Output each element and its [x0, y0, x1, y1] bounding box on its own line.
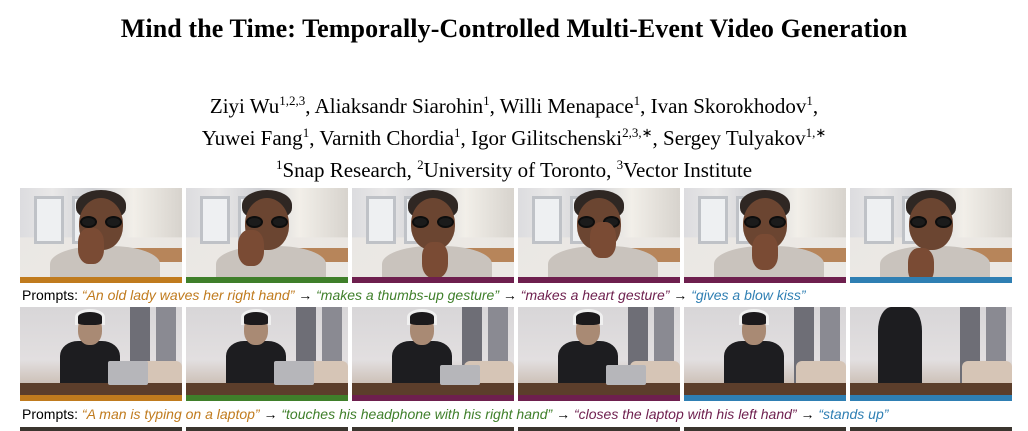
event-prompt: “stands up”: [818, 406, 889, 422]
arrow-icon: →: [552, 406, 574, 422]
video-frame-image: [850, 188, 1012, 283]
video-frame-image: [20, 188, 182, 283]
paper-title: Mind the Time: Temporally-Controlled Mul…: [120, 14, 908, 43]
video-frame-image: [518, 307, 680, 395]
video-frame: [518, 188, 680, 283]
arrow-icon: →: [259, 406, 282, 422]
affiliation-name: Vector Institute: [623, 158, 753, 182]
author-affiliation-marker: 1,2,3: [279, 93, 306, 108]
event-prompt: “closes the laptop with his left hand”: [574, 406, 797, 422]
author-separator: ,: [489, 94, 500, 118]
event-color-bar: [518, 277, 680, 283]
video-frame: [684, 188, 846, 283]
affiliation-name: University of Toronto: [423, 158, 607, 182]
video-frame: [518, 307, 680, 401]
arrow-icon: →: [669, 287, 692, 303]
video-frame: [684, 307, 846, 401]
next-row-strip: [20, 427, 1012, 431]
video-frame: [850, 307, 1012, 401]
author-affiliation-marker: 2,3,∗: [622, 125, 653, 140]
event-prompt: “gives a blow kiss”: [691, 287, 806, 303]
video-frame-image: [684, 188, 846, 283]
video-frame-image: [186, 188, 348, 283]
author-affiliation-marker: 1,∗: [805, 125, 827, 140]
author-separator: ,: [305, 94, 315, 118]
video-frame: [352, 307, 514, 401]
video-frame-image: [20, 307, 182, 395]
event-color-bar: [850, 277, 1012, 283]
video-frame-image: [850, 307, 1012, 395]
lady-frames-row: [20, 188, 1012, 283]
video-frame: [850, 188, 1012, 283]
lady-prompts-line: Prompts: “An old lady waves her right ha…: [22, 287, 1012, 303]
man-frames-row: [20, 307, 1012, 401]
man-prompts-line: Prompts: “A man is typing on a laptop” →…: [22, 406, 1012, 422]
author-separator: ,: [652, 126, 664, 150]
event-prompt: “A man is typing on a laptop”: [81, 406, 260, 422]
author-name: Aliaksandr Siarohin: [314, 94, 484, 118]
event-prompt: “makes a heart gesture”: [520, 287, 670, 303]
author-separator: ,: [812, 94, 819, 118]
event-color-bar: [186, 395, 348, 401]
event-prompt: “makes a thumbs-up gesture”: [316, 287, 499, 303]
author-separator: ,: [460, 126, 472, 150]
video-frame: [20, 307, 182, 401]
event-color-bar: [518, 395, 680, 401]
event-prompt: “touches his headphone with his right ha…: [281, 406, 553, 422]
affiliation-separator: ,: [606, 158, 617, 182]
author-name: Igor Gilitschenski: [471, 126, 623, 150]
video-frame: [352, 188, 514, 283]
author-name: Varnith Chordia: [319, 126, 455, 150]
authors-line-1: Ziyi Wu1,2,3, Aliaksandr Siarohin1, Will…: [0, 92, 1028, 120]
event-color-bar: [352, 277, 514, 283]
affiliation-name: Snap Research: [282, 158, 407, 182]
author-separator: ,: [309, 126, 320, 150]
author-separator: ,: [640, 94, 651, 118]
prompts-label: Prompts:: [22, 406, 79, 422]
video-frame: [20, 188, 182, 283]
affiliations: 1Snap Research, 2University of Toronto, …: [0, 156, 1028, 184]
event-color-bar: [850, 395, 1012, 401]
video-frame: [186, 307, 348, 401]
event-color-bar: [684, 277, 846, 283]
event-color-bar: [20, 277, 182, 283]
affiliation-separator: ,: [406, 158, 418, 182]
author-name: Willi Menapace: [499, 94, 634, 118]
video-frame-image: [352, 307, 514, 395]
video-frame-image: [186, 307, 348, 395]
video-frame-image: [684, 307, 846, 395]
event-color-bar: [352, 395, 514, 401]
author-name: Yuwei Fang: [201, 126, 303, 150]
author-name: Ivan Skorokhodov: [650, 94, 807, 118]
video-frame-image: [352, 188, 514, 283]
authors-line-2: Yuwei Fang1, Varnith Chordia1, Igor Gili…: [0, 124, 1028, 152]
arrow-icon: →: [294, 287, 317, 303]
video-frame: [186, 188, 348, 283]
event-color-bar: [20, 395, 182, 401]
author-name: Ziyi Wu: [209, 94, 280, 118]
arrow-icon: →: [499, 287, 521, 303]
prompts-label: Prompts:: [22, 287, 79, 303]
event-color-bar: [684, 395, 846, 401]
event-color-bar: [186, 277, 348, 283]
arrow-icon: →: [796, 406, 819, 422]
author-name: Sergey Tulyakov: [663, 126, 806, 150]
video-frame-image: [518, 188, 680, 283]
event-prompt: “An old lady waves her right hand”: [81, 287, 295, 303]
